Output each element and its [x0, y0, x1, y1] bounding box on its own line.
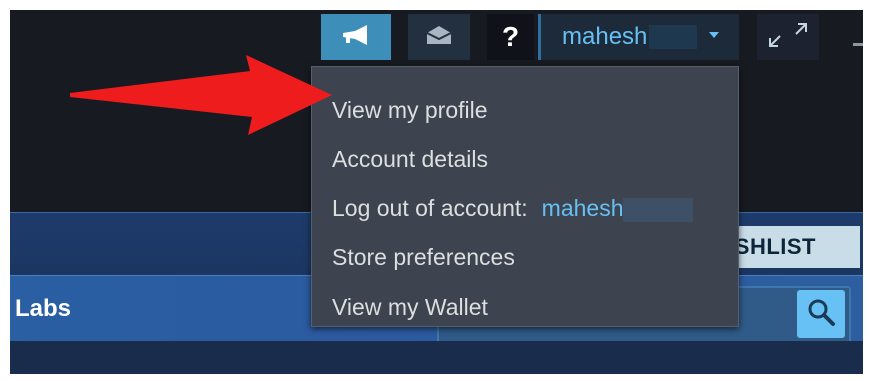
account-dropdown-menu: View my profile Account details Log out … [311, 66, 739, 327]
store-subnav [10, 341, 863, 374]
expand-arrows-icon [768, 22, 808, 53]
menu-item-log-out[interactable]: Log out of account: mahesh [332, 195, 694, 222]
announcements-button[interactable] [321, 14, 391, 60]
magnifier-icon [806, 297, 836, 332]
notifications-button[interactable] [408, 14, 470, 60]
menu-item-store-preferences[interactable]: Store preferences [332, 244, 515, 271]
nav-item-labs[interactable]: Labs [15, 295, 71, 323]
account-menu-button[interactable]: mahesh [538, 14, 739, 60]
minimize-button[interactable] [853, 43, 863, 46]
wishlist-label: SHLIST [734, 234, 816, 259]
envelope-icon [426, 25, 452, 50]
fullscreen-button[interactable] [757, 14, 819, 60]
megaphone-icon [341, 24, 371, 50]
account-name: mahesh [562, 23, 648, 50]
menu-item-label: Account details [332, 146, 488, 172]
redacted-name-suffix [649, 25, 698, 49]
menu-item-label: View my Wallet [332, 294, 488, 320]
redacted-name-suffix [623, 197, 694, 222]
chevron-down-icon [709, 32, 719, 38]
red-arrow-annotation [70, 55, 332, 135]
menu-item-label: View my profile [332, 97, 488, 123]
help-label: ? [501, 21, 520, 52]
logout-account-name: mahesh [541, 195, 624, 221]
menu-item-label: Store preferences [332, 244, 515, 270]
help-button[interactable]: ? [487, 14, 534, 60]
steam-window: ? mahesh SHLIST Labs View my profile Acc… [10, 10, 863, 374]
menu-item-view-profile[interactable]: View my profile [332, 97, 488, 124]
menu-item-account-details[interactable]: Account details [332, 146, 488, 173]
menu-item-label: Log out of account: [332, 195, 528, 221]
search-button[interactable] [797, 290, 845, 338]
menu-item-view-wallet[interactable]: View my Wallet [332, 294, 488, 321]
